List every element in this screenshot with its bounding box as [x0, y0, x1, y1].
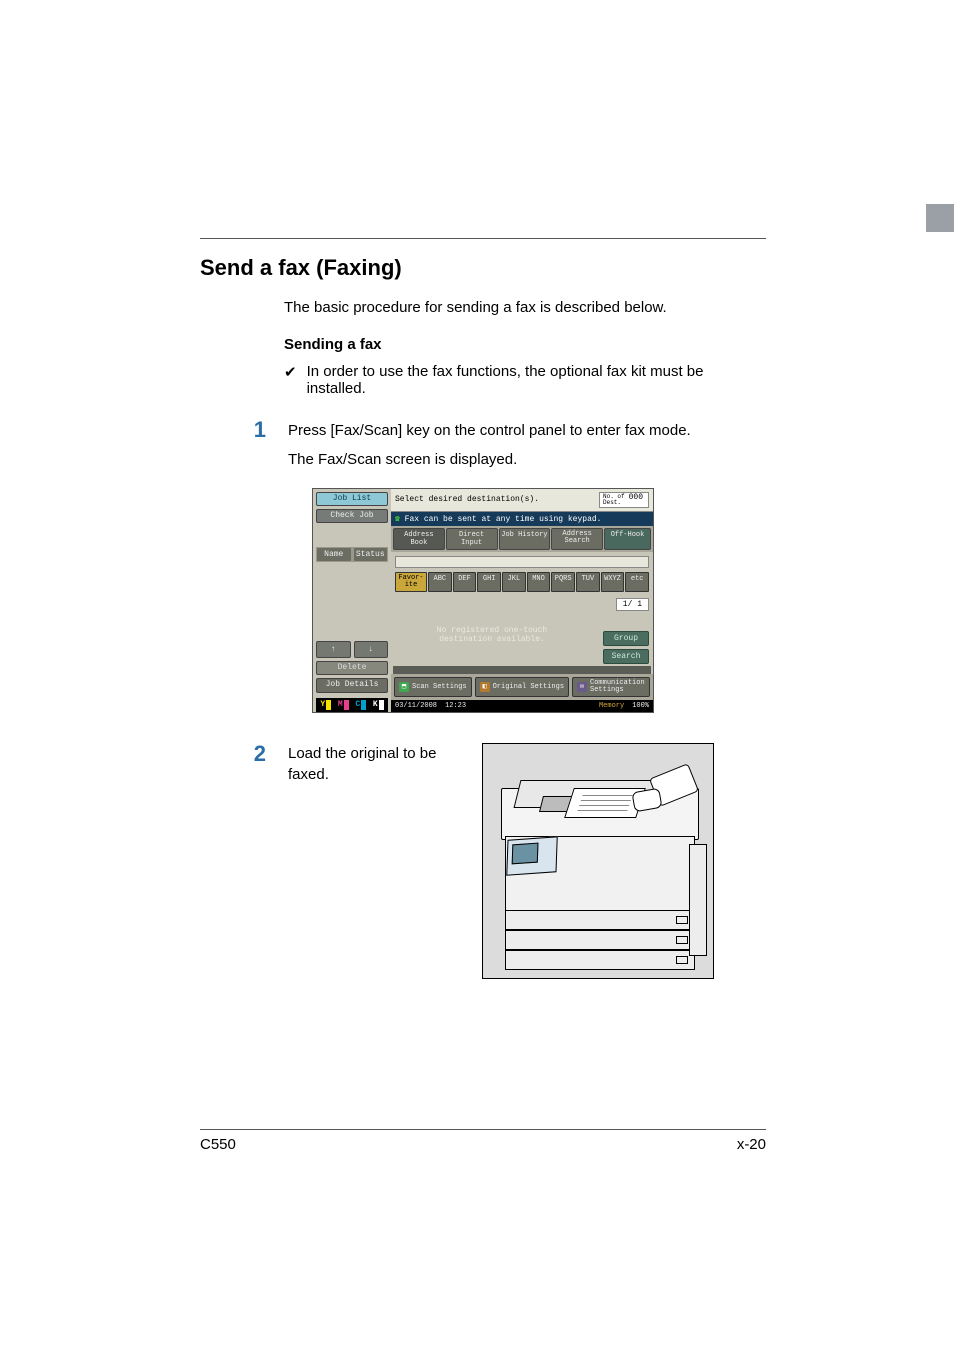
- sub-title: Sending a fax: [284, 336, 766, 353]
- destination-list-area: 1/ 1 No registered one-touch destination…: [391, 592, 653, 666]
- fax-scan-screen: Job List Check Job Name Status ↑ ↓ Delet…: [312, 488, 654, 713]
- name-status-header: Name Status: [316, 547, 388, 562]
- alpha-favorite[interactable]: Favor- ite: [395, 572, 427, 592]
- tab-job-history[interactable]: Job History: [499, 528, 551, 550]
- empty-msg-line-2: destination available.: [391, 635, 593, 645]
- alpha-jkl[interactable]: JKL: [502, 572, 526, 592]
- communication-settings-label: Communication Settings: [590, 680, 645, 694]
- footer-right: x-20: [737, 1136, 766, 1153]
- original-settings-button[interactable]: ◧ Original Settings: [475, 677, 569, 697]
- communication-settings-icon: ✉: [577, 682, 587, 692]
- status-header: Status: [354, 548, 388, 561]
- alpha-filter-row: Favor- ite ABC DEF GHI JKL MNO PQRS TUV …: [395, 572, 649, 592]
- alpha-ghi[interactable]: GHI: [477, 572, 501, 592]
- empty-msg-line-1: No registered one-touch: [391, 626, 593, 636]
- phone-icon: ☎: [395, 515, 400, 524]
- alpha-tuv[interactable]: TUV: [576, 572, 600, 592]
- scroll-down-button[interactable]: ↓: [354, 641, 389, 658]
- tab-direct-input[interactable]: Direct Input: [446, 528, 498, 550]
- divider-strip: [393, 666, 651, 674]
- screen-main-panel: Select desired destination(s). No. of De…: [391, 489, 653, 712]
- tab-address-book[interactable]: Address Book: [393, 528, 445, 550]
- check-job-button[interactable]: Check Job: [316, 509, 388, 523]
- group-button[interactable]: Group: [603, 631, 649, 646]
- toner-c: C: [355, 700, 360, 709]
- page-indicator: 1/ 1: [616, 598, 649, 611]
- toner-y: Y: [320, 700, 325, 709]
- alpha-mno[interactable]: MNO: [527, 572, 551, 592]
- status-time: 12:23: [445, 702, 466, 710]
- footer-left: C550: [200, 1136, 236, 1153]
- prerequisite-text: In order to use the fax functions, the o…: [307, 363, 766, 397]
- alpha-pqrs[interactable]: PQRS: [551, 572, 575, 592]
- dest-count-value: 000: [629, 494, 643, 506]
- screen-left-panel: Job List Check Job Name Status ↑ ↓ Delet…: [313, 489, 391, 712]
- delete-button[interactable]: Delete: [316, 661, 388, 675]
- toner-k: K: [373, 700, 378, 709]
- page-content: Send a fax (Faxing) The basic procedure …: [0, 0, 954, 1153]
- dest-label: No. of Dest.: [603, 494, 625, 506]
- step-2-number: 2: [248, 743, 266, 765]
- header-rule: [200, 238, 766, 239]
- step-1-line-1: Press [Fax/Scan] key on the control pane…: [288, 419, 691, 442]
- step-1: 1 Press [Fax/Scan] key on the control pa…: [248, 419, 766, 478]
- alpha-def[interactable]: DEF: [453, 572, 477, 592]
- scan-settings-label: Scan Settings: [412, 683, 467, 691]
- communication-settings-button[interactable]: ✉ Communication Settings: [572, 677, 650, 697]
- step-1-line-2: The Fax/Scan screen is displayed.: [288, 448, 691, 471]
- scan-settings-icon: ⬒: [399, 682, 409, 692]
- toner-m: M: [338, 700, 343, 709]
- tab-address-search[interactable]: Address Search: [551, 528, 603, 550]
- status-date: 03/11/2008: [395, 702, 437, 710]
- original-settings-icon: ◧: [480, 682, 490, 692]
- scan-settings-button[interactable]: ⬒ Scan Settings: [394, 677, 472, 697]
- prerequisite-line: ✔ In order to use the fax functions, the…: [284, 363, 766, 397]
- step-2-text: Load the original to be faxed.: [288, 743, 448, 785]
- side-tab-marker: [926, 204, 954, 232]
- main-tab-row: Address Book Direct Input Job History Ad…: [391, 526, 653, 552]
- alpha-abc[interactable]: ABC: [428, 572, 452, 592]
- alpha-etc[interactable]: etc: [625, 572, 649, 592]
- page-footer: C550 x-20: [200, 1129, 766, 1153]
- toner-indicator: Y M C K: [316, 698, 388, 712]
- empty-list-message: No registered one-touch destination avai…: [391, 626, 593, 645]
- status-bar: 03/11/2008 12:23 Memory 100%: [391, 700, 653, 712]
- intro-text: The basic procedure for sending a fax is…: [284, 299, 766, 316]
- sub-banner: ☎ Fax can be sent at any time using keyp…: [391, 512, 653, 526]
- section-title: Send a fax (Faxing): [200, 255, 766, 281]
- memory-value: 100%: [632, 702, 649, 710]
- original-settings-label: Original Settings: [493, 683, 564, 691]
- checkmark-icon: ✔: [284, 363, 297, 397]
- scroll-up-button[interactable]: ↑: [316, 641, 351, 658]
- printer-illustration: [482, 743, 714, 979]
- name-header: Name: [317, 548, 351, 561]
- step-1-text: Press [Fax/Scan] key on the control pane…: [288, 419, 691, 478]
- search-button[interactable]: Search: [603, 649, 649, 664]
- job-details-button[interactable]: Job Details: [316, 678, 388, 692]
- top-banner-text: Select desired destination(s).: [395, 495, 595, 504]
- hand-icon: [631, 770, 685, 814]
- job-list-button[interactable]: Job List: [316, 492, 388, 506]
- tab-off-hook[interactable]: Off-Hook: [604, 528, 651, 550]
- destination-field[interactable]: [395, 556, 649, 568]
- step-2: 2 Load the original to be faxed.: [248, 743, 766, 979]
- bottom-button-row: ⬒ Scan Settings ◧ Original Settings ✉ Co…: [391, 674, 653, 700]
- memory-label: Memory: [599, 702, 624, 710]
- sub-banner-text: Fax can be sent at any time using keypad…: [405, 515, 602, 524]
- dest-count-box: No. of Dest. 000: [599, 492, 649, 508]
- alpha-wxyz[interactable]: WXYZ: [601, 572, 625, 592]
- step-1-number: 1: [248, 419, 266, 441]
